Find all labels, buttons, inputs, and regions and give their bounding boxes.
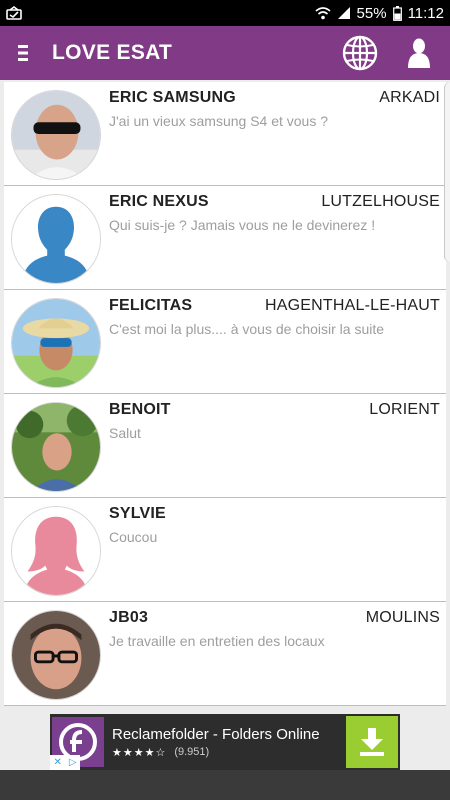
ad-download-button[interactable]	[346, 716, 398, 768]
avatar	[11, 90, 101, 180]
avatar	[11, 298, 101, 388]
ad-banner[interactable]: Reclamefolder - Folders Online ★★★★☆ (9.…	[50, 714, 400, 770]
avatar	[11, 610, 101, 700]
profile-city: HAGENTHAL-LE-HAUT	[265, 297, 440, 314]
scrollbar[interactable]	[444, 82, 450, 262]
profile-message: Coucou	[109, 529, 158, 545]
ad-rating-count: (9.951)	[174, 745, 210, 758]
profile-button[interactable]	[402, 31, 436, 75]
close-icon[interactable]: ✕	[53, 757, 61, 768]
ad-rating-stars: ★★★★☆	[112, 746, 167, 759]
profile-message: Je travaille en entretien des locaux	[109, 633, 325, 649]
profile-message: J'ai un vieux samsung S4 et vous ?	[109, 113, 329, 129]
profile-list[interactable]: ERIC SAMSUNG ARKADI J'ai un vieux samsun…	[4, 82, 446, 706]
ad-choices[interactable]: ✕ ▷	[50, 755, 80, 770]
ad-title: Reclamefolder - Folders Online	[112, 725, 320, 743]
signal-icon	[337, 7, 350, 19]
profile-name: JB03	[109, 609, 149, 626]
battery-icon	[392, 5, 402, 21]
profile-city: ARKADI	[379, 89, 440, 106]
globe-icon	[342, 35, 378, 71]
profile-name: FELICITAS	[109, 297, 193, 314]
profile-row[interactable]: JB03 MOULINS Je travaille en entretien d…	[4, 602, 446, 706]
profile-row[interactable]: SYLVIE Coucou	[4, 498, 446, 602]
profile-row[interactable]: ERIC NEXUS LUTZELHOUSE Qui suis-je ? Jam…	[4, 186, 446, 290]
battery-percent: 55%	[356, 4, 387, 22]
menu-button[interactable]	[0, 26, 46, 80]
avatar	[11, 506, 101, 596]
profile-row[interactable]: BENOIT LORIENT Salut	[4, 394, 446, 498]
menu-icon	[18, 45, 28, 61]
profile-name: ERIC NEXUS	[109, 193, 209, 210]
globe-button[interactable]	[338, 31, 382, 75]
user-icon	[408, 38, 430, 68]
notification-icon	[6, 6, 22, 20]
profile-name: ERIC SAMSUNG	[109, 89, 236, 106]
profile-row[interactable]: FELICITAS HAGENTHAL-LE-HAUT C'est moi la…	[4, 290, 446, 394]
profile-message: C'est moi la plus.... à vous de choisir …	[109, 321, 385, 337]
profile-city: LORIENT	[369, 401, 440, 418]
profile-city: LUTZELHOUSE	[321, 193, 440, 210]
profile-message: Qui suis-je ? Jamais vous ne le devinere…	[109, 217, 376, 233]
ad-choices-icon: ▷	[68, 757, 77, 768]
profile-row[interactable]: ERIC SAMSUNG ARKADI J'ai un vieux samsun…	[4, 82, 446, 186]
profile-message: Salut	[109, 425, 141, 441]
wifi-icon	[315, 7, 331, 20]
profile-name: BENOIT	[109, 401, 171, 418]
profile-city: MOULINS	[365, 609, 440, 626]
clock: 11:12	[407, 4, 444, 22]
app-bar: LOVE ESAT	[0, 26, 450, 80]
profile-name: SYLVIE	[109, 505, 166, 522]
status-bar: 55% 11:12	[0, 0, 450, 26]
avatar	[11, 402, 101, 492]
avatar	[11, 194, 101, 284]
download-icon	[360, 728, 384, 756]
app-title: LOVE ESAT	[52, 41, 173, 64]
navigation-bar	[0, 770, 450, 800]
